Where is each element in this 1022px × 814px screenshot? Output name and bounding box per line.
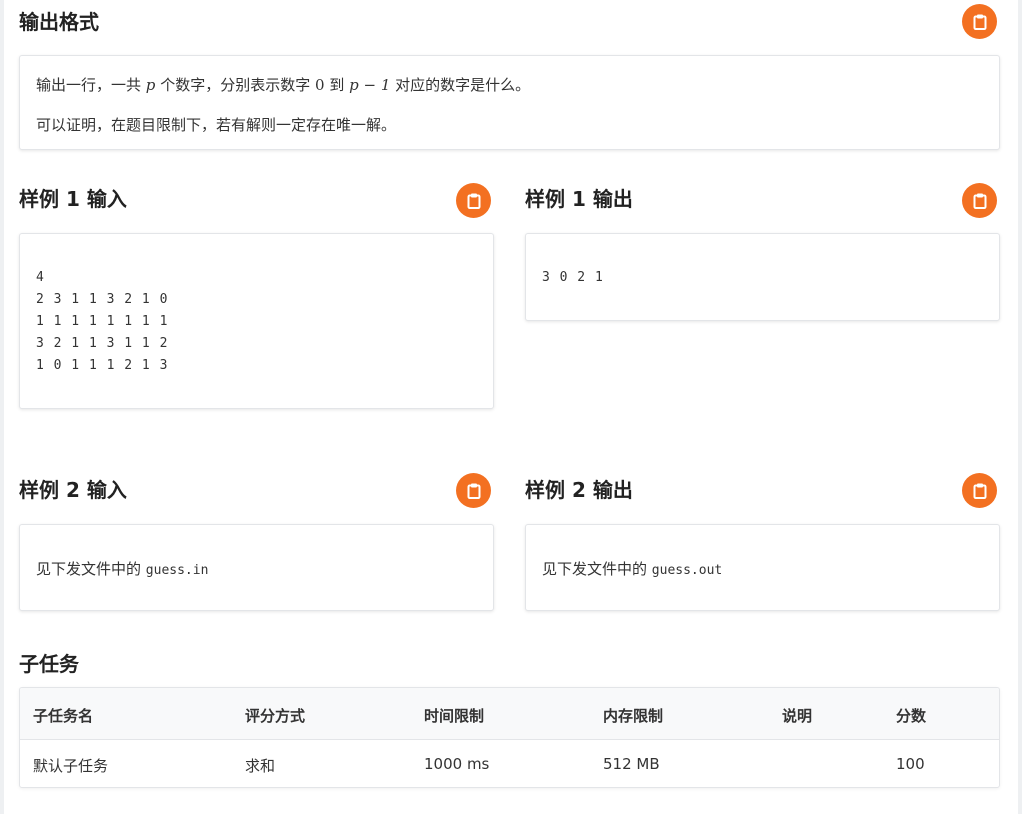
text-segment: 输出一行，一共 xyxy=(36,76,142,94)
sample-2-output-text: 见下发文件中的 guess.out xyxy=(542,558,722,579)
text-segment: 见下发文件中的 xyxy=(36,560,142,578)
sample-1-output-text: 3 0 2 1 xyxy=(542,270,604,285)
copy-sample-2-input-button[interactable] xyxy=(456,473,491,508)
clipboard-icon xyxy=(973,483,986,499)
file-name: guess.in xyxy=(145,563,209,578)
math-p: p xyxy=(145,76,156,94)
header-memory-limit: 内存限制 xyxy=(603,707,664,725)
header-subtask-name: 子任务名 xyxy=(33,707,94,725)
text-segment: 个数字，分别表示数字 xyxy=(160,76,311,94)
text-segment: 见下发文件中的 xyxy=(542,560,648,578)
math-p-minus-1: p − 1 xyxy=(349,76,391,94)
sample-2-input-text: 见下发文件中的 guess.in xyxy=(36,558,208,579)
sample-1-output-title: 样例 1 输出 xyxy=(525,187,633,211)
text-segment: 到 xyxy=(329,76,345,94)
sample-2-input-title: 样例 2 输入 xyxy=(19,478,127,502)
cell-score: 100 xyxy=(896,755,925,773)
text-segment: 对应的数字是什么。 xyxy=(395,76,531,94)
sample-1-input-text: 4 2 3 1 1 3 2 1 0 1 1 1 1 1 1 1 1 3 2 1 … xyxy=(36,270,169,373)
clipboard-icon xyxy=(973,14,986,30)
output-format-line-2: 可以证明，在题目限制下，若有解则一定存在唯一解。 xyxy=(36,116,397,134)
page-right-border xyxy=(1018,0,1022,814)
clipboard-icon xyxy=(467,483,480,499)
header-time-limit: 时间限制 xyxy=(424,707,485,725)
clipboard-icon xyxy=(973,193,986,209)
header-notes: 说明 xyxy=(782,707,813,725)
page-left-border xyxy=(0,0,4,814)
subtasks-title: 子任务 xyxy=(19,652,79,676)
output-format-title: 输出格式 xyxy=(19,10,99,34)
file-name: guess.out xyxy=(651,563,723,578)
cell-time-limit: 1000 ms xyxy=(424,755,490,773)
output-format-line-1: 输出一行，一共 p 个数字，分别表示数字 0 到 p − 1 对应的数字是什么。 xyxy=(36,74,530,95)
table-header-row xyxy=(20,688,999,740)
cell-subtask-name: 默认子任务 xyxy=(33,757,109,775)
cell-memory-limit: 512 MB xyxy=(603,755,660,773)
sample-1-input-title: 样例 1 输入 xyxy=(19,187,127,211)
header-scoring: 评分方式 xyxy=(245,707,306,725)
copy-output-format-button[interactable] xyxy=(962,4,997,39)
output-format-card xyxy=(19,55,1000,150)
header-score: 分数 xyxy=(896,707,927,725)
copy-sample-2-output-button[interactable] xyxy=(962,473,997,508)
clipboard-icon xyxy=(467,193,480,209)
copy-sample-1-output-button[interactable] xyxy=(962,183,997,218)
copy-sample-1-input-button[interactable] xyxy=(456,183,491,218)
subtasks-table: 子任务名 评分方式 时间限制 内存限制 说明 分数 默认子任务 求和 1000 … xyxy=(19,687,1000,788)
math-zero: 0 xyxy=(314,76,325,94)
cell-scoring: 求和 xyxy=(245,757,276,775)
sample-2-output-title: 样例 2 输出 xyxy=(525,478,633,502)
